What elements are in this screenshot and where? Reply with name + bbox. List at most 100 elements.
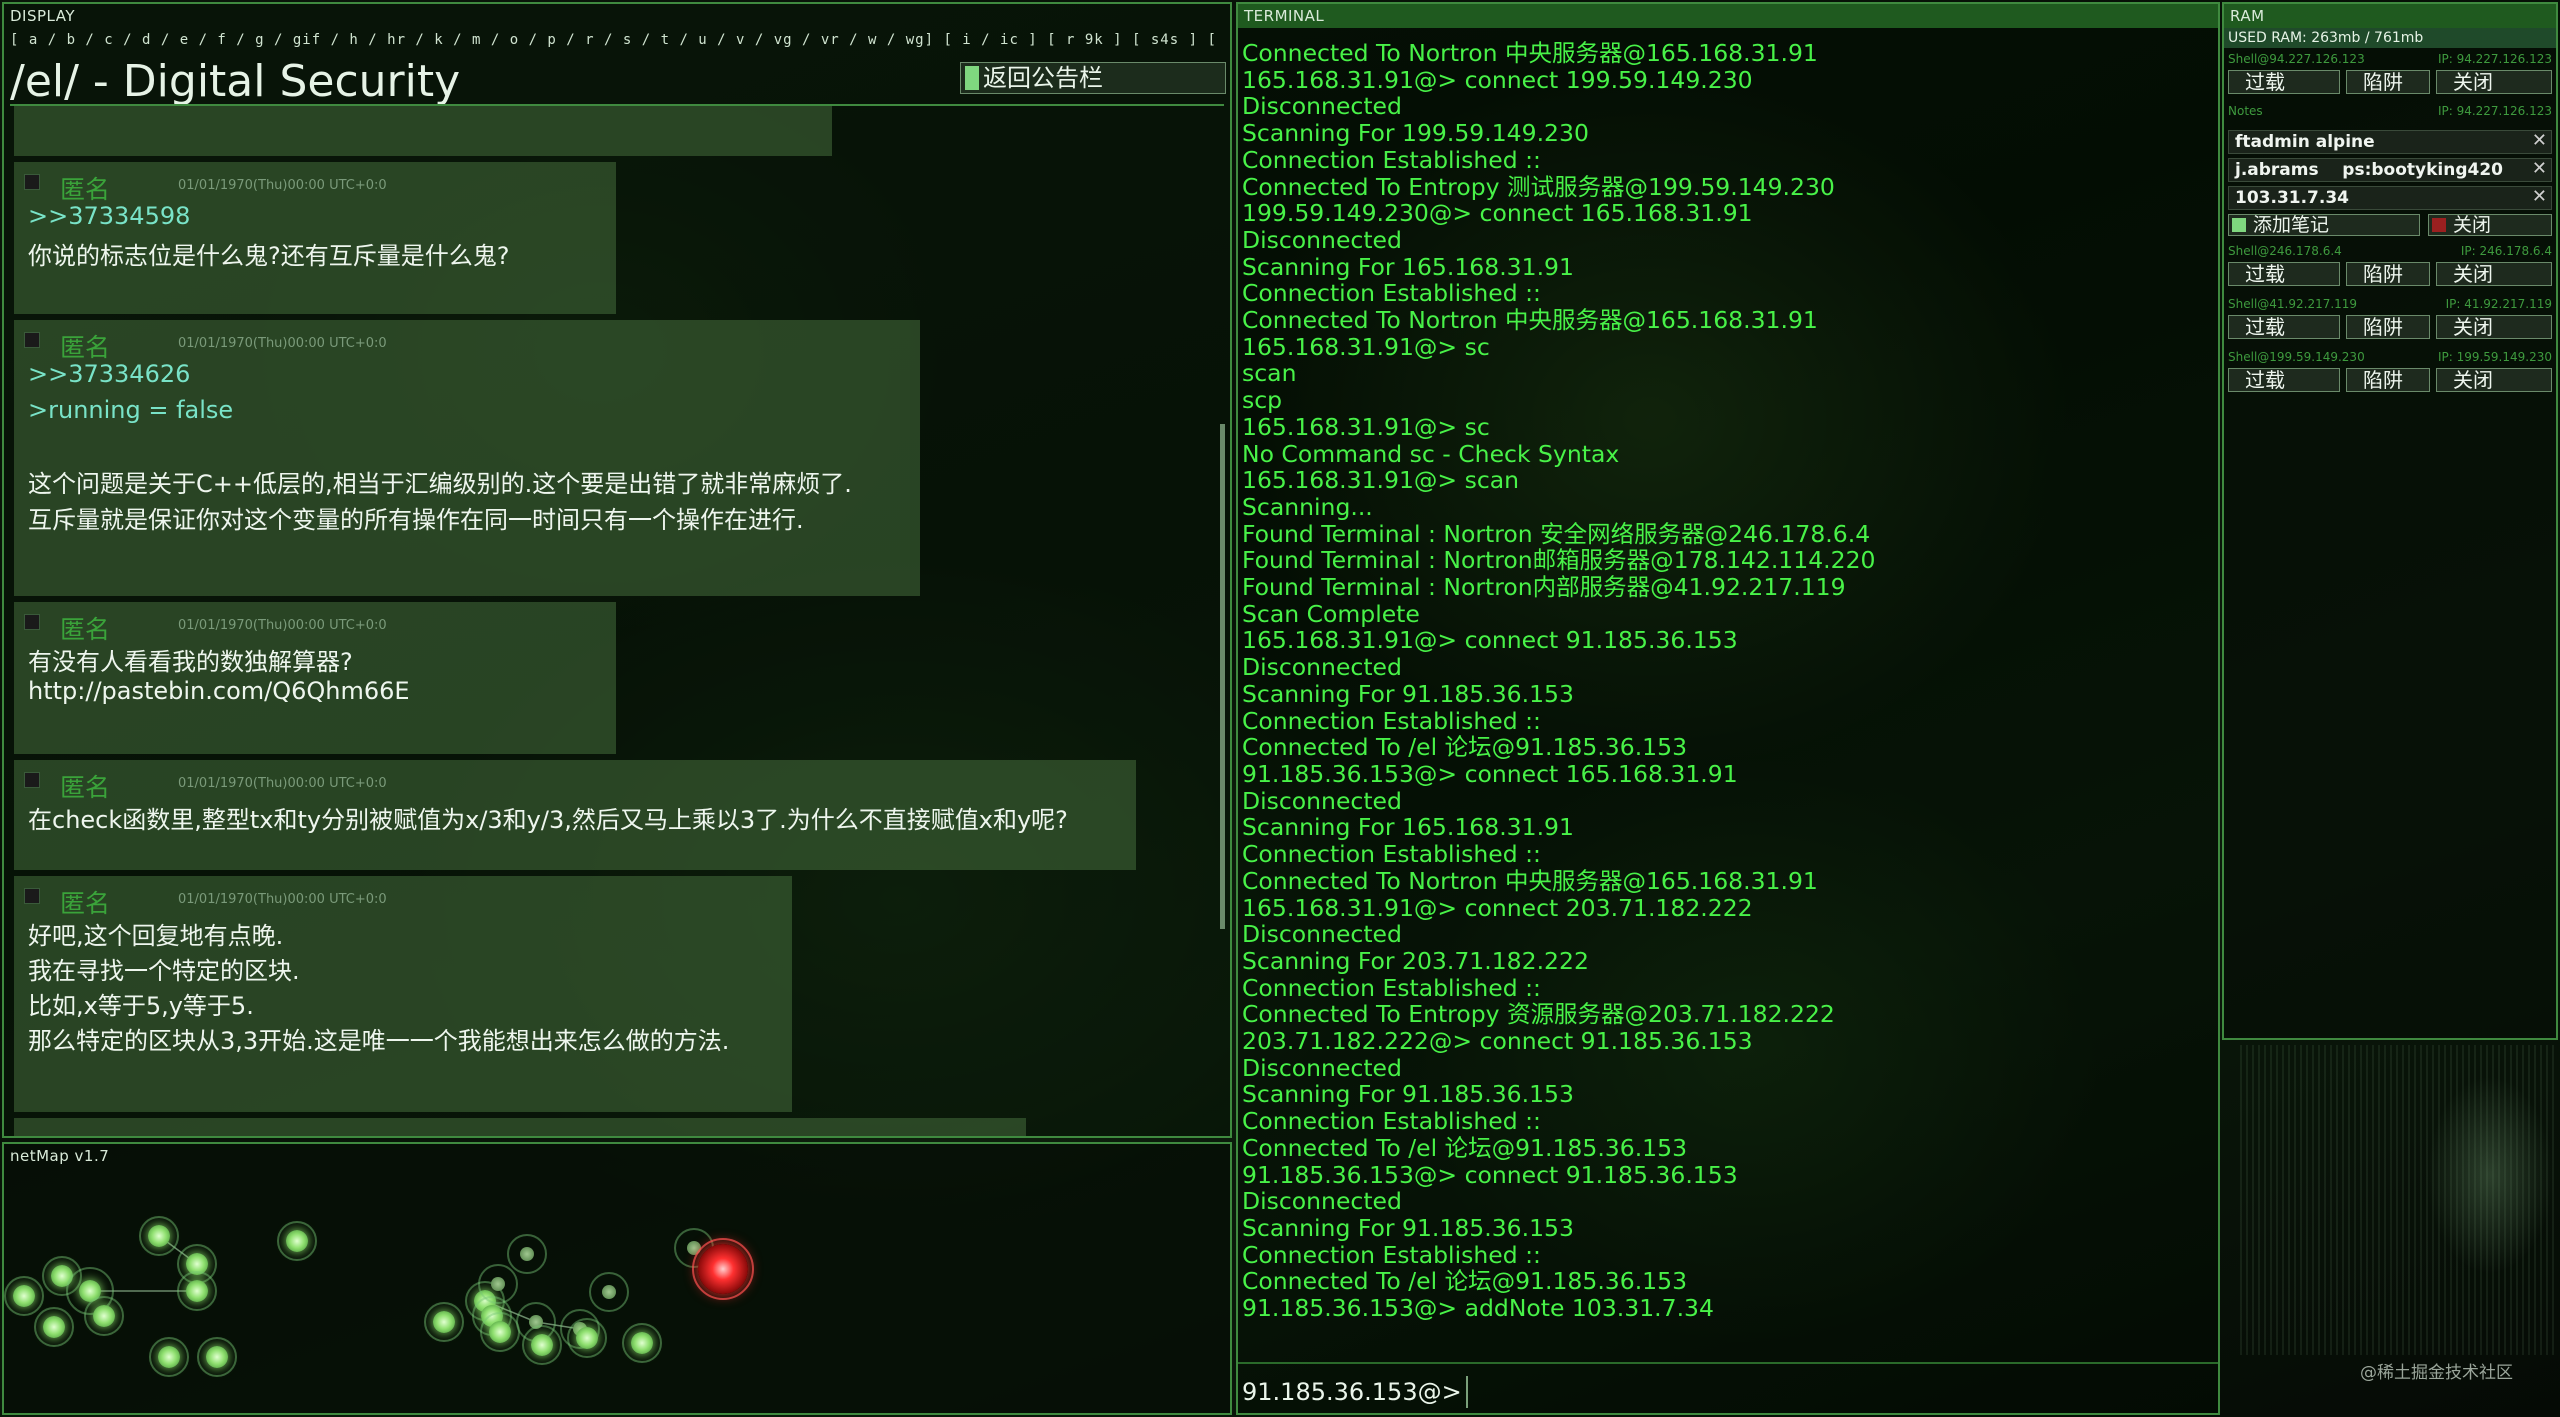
node-core — [631, 1332, 653, 1354]
node-core — [93, 1305, 115, 1327]
node-ring — [692, 1238, 754, 1300]
close-icon[interactable]: ✕ — [2532, 186, 2547, 208]
post-author: 匿名 — [60, 175, 111, 204]
close-notes-button[interactable]: 关闭 — [2428, 214, 2552, 236]
shell-label: Shell@94.227.126.123 — [2228, 52, 2365, 66]
netmap-node[interactable] — [589, 1272, 629, 1312]
close-notes-marker — [2432, 218, 2446, 232]
post-date: 01/01/1970(Thu)00:00 UTC+0:0 — [178, 336, 387, 351]
netmap-node[interactable] — [177, 1271, 217, 1311]
post-date: 01/01/1970(Thu)00:00 UTC+0:0 — [178, 618, 387, 633]
note-item: j.abrams ps:bootyking420 ✕ — [2228, 158, 2552, 182]
terminal-line: Connected To /el 论坛@91.185.36.153 — [1242, 1267, 1688, 1296]
post-checkbox[interactable] — [24, 888, 40, 904]
close-shell-button[interactable]: 关闭 — [2436, 368, 2552, 392]
node-core — [576, 1327, 598, 1349]
netmap-node[interactable] — [522, 1325, 562, 1365]
note-text: ftadmin alpine — [2235, 132, 2375, 152]
shell-ip: IP: 199.59.149.230 — [2437, 350, 2552, 364]
post-link[interactable]: http://pastebin.com/Q6Qhm66E — [28, 677, 410, 705]
post-author: 匿名 — [60, 333, 111, 362]
overload-button[interactable]: 过载 — [2228, 368, 2340, 392]
ram-usage: USED RAM: 263mb / 761mb — [2224, 28, 2556, 48]
board-list[interactable]: [ a / b / c / d / e / f / g / gif / h / … — [10, 32, 1224, 54]
add-note-label: 添加笔记 — [2253, 214, 2330, 236]
terminal-line: Connection Established :: — [1242, 706, 1541, 735]
thread-post: 匿名 01/01/1970(Thu)00:00 UTC+0:0 >>373345… — [14, 162, 616, 314]
back-button-marker — [965, 66, 979, 90]
terminal-input[interactable] — [1466, 1376, 1468, 1408]
post-text: 我在寻找一个特定的区块. — [28, 957, 300, 985]
post-checkbox[interactable] — [24, 332, 40, 348]
terminal-line: Connected To Entropy 资源服务器@203.71.182.22… — [1242, 1000, 1835, 1029]
terminal-line: Connection Established :: — [1242, 1107, 1541, 1136]
trap-button[interactable]: 陷阱 — [2346, 368, 2430, 392]
terminal-line: Scanning... — [1242, 492, 1373, 521]
overload-button[interactable]: 过载 — [2228, 70, 2340, 94]
terminal-line: 165.168.31.91@> scan — [1242, 466, 1520, 495]
netmap-node[interactable] — [507, 1234, 547, 1274]
netmap-node[interactable] — [139, 1216, 179, 1256]
terminal-line: Disconnected — [1242, 1187, 1402, 1216]
terminal-line: Connected To Entropy 测试服务器@199.59.149.23… — [1242, 172, 1835, 201]
back-to-board-button[interactable]: 返回公告栏 — [960, 62, 1226, 94]
terminal-line: Scan Complete — [1242, 599, 1420, 628]
netmap-node[interactable] — [34, 1307, 74, 1347]
thread-post: 匿名 01/01/1970(Thu)00:00 UTC+0:0 在check函数… — [14, 760, 1136, 870]
netmap-node[interactable] — [480, 1312, 520, 1352]
node-core — [286, 1230, 308, 1252]
add-note-button[interactable]: 添加笔记 — [2228, 214, 2420, 236]
node-core — [158, 1346, 180, 1368]
note-text: 103.31.7.34 — [2235, 188, 2350, 208]
close-shell-button[interactable]: 关闭 — [2436, 262, 2552, 286]
netmap-node[interactable] — [622, 1323, 662, 1363]
terminal-line: scan — [1242, 359, 1297, 388]
terminal-line: 91.185.36.153@> addNote 103.31.7.34 — [1242, 1294, 1714, 1322]
shell-module: Shell@199.59.149.230 IP: 199.59.149.230 … — [2224, 348, 2556, 394]
post-checkbox[interactable] — [24, 174, 40, 190]
watermark: @稀土掘金技术社区 — [2360, 1363, 2513, 1383]
overload-button[interactable]: 过载 — [2228, 315, 2340, 339]
shell-header: Shell@41.92.217.119 IP: 41.92.217.119 — [2224, 295, 2556, 313]
post-quote-link[interactable]: >>37334598 — [28, 202, 190, 230]
notes-header: Notes IP: 94.227.126.123 — [2224, 102, 2556, 120]
audio-visualizer — [2240, 1045, 2558, 1355]
netmap-node[interactable] — [149, 1337, 189, 1377]
node-core — [602, 1285, 616, 1299]
netmap-node[interactable] — [277, 1221, 317, 1261]
shell-buttons: 过载 陷阱 关闭 — [2224, 368, 2556, 394]
post-date: 01/01/1970(Thu)00:00 UTC+0:0 — [178, 178, 387, 193]
terminal-prompt: 91.185.36.153@> — [1242, 1378, 1462, 1406]
close-icon[interactable]: ✕ — [2532, 130, 2547, 152]
close-shell-button[interactable]: 关闭 — [2436, 70, 2552, 94]
netmap-node[interactable] — [4, 1276, 44, 1316]
thread-post: 匿名 01/01/1970(Thu)00:00 UTC+0:0 >>373346… — [14, 320, 920, 596]
netmap-home-node[interactable] — [692, 1238, 754, 1300]
trap-button[interactable]: 陷阱 — [2346, 262, 2430, 286]
terminal-label: TERMINAL — [1238, 4, 2218, 28]
terminal-line: Scanning For 199.59.149.230 — [1242, 119, 1589, 148]
terminal-line: Found Terminal : Nortron邮箱服务器@178.142.11… — [1242, 546, 1876, 575]
post-checkbox[interactable] — [24, 614, 40, 630]
display-scrollbar[interactable] — [1220, 424, 1225, 929]
post-text: 在check函数里,整型tx和ty分别被赋值为x/3和y/3,然后又马上乘以3了… — [28, 806, 1068, 834]
terminal-line: scp — [1242, 386, 1283, 415]
trap-button[interactable]: 陷阱 — [2346, 70, 2430, 94]
terminal-line: Scanning For 91.185.36.153 — [1242, 1213, 1574, 1242]
terminal-line: 165.168.31.91@> connect 203.71.182.222 — [1242, 893, 1753, 922]
close-shell-button[interactable]: 关闭 — [2436, 315, 2552, 339]
post-checkbox[interactable] — [24, 772, 40, 788]
post-quote-link[interactable]: >>37334626 — [28, 360, 190, 388]
overload-button[interactable]: 过载 — [2228, 262, 2340, 286]
trap-button[interactable]: 陷阱 — [2346, 315, 2430, 339]
terminal-line: Disconnected — [1242, 225, 1402, 254]
netmap-node[interactable] — [84, 1296, 124, 1336]
netmap-node[interactable] — [478, 1264, 518, 1304]
shell-buttons: 过载 陷阱 关闭 — [2224, 70, 2556, 96]
close-icon[interactable]: ✕ — [2532, 158, 2547, 180]
netmap-node[interactable] — [424, 1302, 464, 1342]
post-text: 有没有人看看我的数独解算器? — [28, 648, 353, 676]
netmap-node[interactable] — [567, 1318, 607, 1358]
netmap-node[interactable] — [197, 1337, 237, 1377]
terminal-line: Disconnected — [1242, 1053, 1402, 1082]
